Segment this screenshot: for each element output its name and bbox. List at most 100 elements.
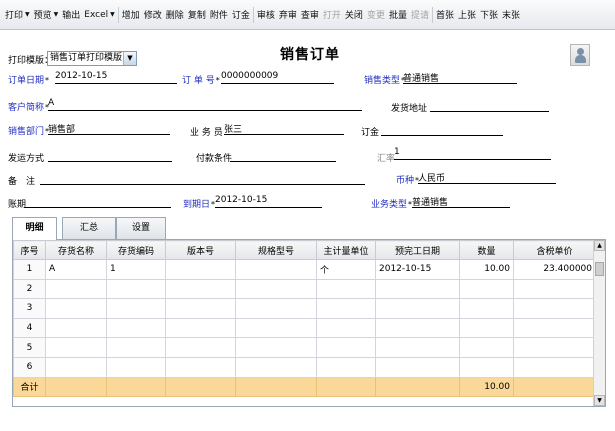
toolbar-button-11[interactable]: 弃审: [277, 4, 299, 26]
table-cell[interactable]: 6: [13, 356, 46, 378]
column-header[interactable]: 版本号: [165, 240, 236, 260]
toolbar-button-3[interactable]: Excel ▼: [82, 4, 116, 26]
table-cell[interactable]: [513, 317, 596, 339]
toolbar-button-12[interactable]: 查审: [299, 4, 321, 26]
chevron-down-icon[interactable]: ▼: [25, 11, 30, 18]
column-header[interactable]: 主计量单位: [316, 240, 376, 260]
table-cell[interactable]: [235, 337, 317, 358]
salesman-field[interactable]: 张三: [224, 123, 344, 135]
table-cell[interactable]: [375, 317, 460, 339]
chevron-down-icon[interactable]: ▼: [123, 52, 136, 65]
biz-type-field[interactable]: 普通销售: [412, 196, 510, 208]
table-cell[interactable]: [165, 337, 236, 358]
table-cell[interactable]: 1: [106, 259, 166, 280]
order-date-field[interactable]: 2012-10-15: [55, 71, 177, 84]
table-cell[interactable]: 10.00: [459, 259, 514, 280]
table-cell[interactable]: [459, 317, 514, 339]
table-cell[interactable]: [459, 356, 514, 378]
table-cell[interactable]: [106, 356, 166, 378]
toolbar-button-5[interactable]: 修改: [142, 4, 164, 26]
table-cell[interactable]: [459, 278, 514, 300]
column-header[interactable]: 存货编码: [106, 240, 166, 260]
toolbar-button-19[interactable]: 上张: [456, 4, 478, 26]
column-header[interactable]: 序号: [13, 240, 46, 260]
toolbar-button-7[interactable]: 复制: [186, 4, 208, 26]
scroll-down-icon[interactable]: ▼: [594, 395, 605, 406]
table-cell[interactable]: [316, 317, 376, 339]
toolbar-button-15[interactable]: 变更: [365, 4, 387, 26]
table-cell[interactable]: [106, 317, 166, 339]
table-cell[interactable]: [106, 337, 166, 358]
table-cell[interactable]: [235, 298, 317, 319]
table-cell[interactable]: [316, 337, 376, 358]
scroll-up-icon[interactable]: ▲: [594, 240, 605, 251]
table-row[interactable]: 3: [13, 298, 596, 319]
table-cell[interactable]: A: [45, 259, 107, 280]
table-cell[interactable]: [106, 278, 166, 300]
table-cell[interactable]: [235, 278, 317, 300]
toolbar-button-4[interactable]: 增加: [120, 4, 142, 26]
table-cell[interactable]: [316, 356, 376, 378]
toolbar-button-13[interactable]: 打开: [321, 4, 343, 26]
deposit-field[interactable]: [381, 124, 503, 136]
table-cell[interactable]: [165, 298, 236, 319]
table-cell[interactable]: [45, 337, 107, 358]
table-cell[interactable]: [45, 278, 107, 300]
order-no-field[interactable]: 0000000009: [221, 71, 334, 84]
table-cell[interactable]: [235, 259, 317, 280]
ship-addr-field[interactable]: [430, 100, 549, 112]
column-header[interactable]: 预完工日期: [375, 240, 460, 260]
column-header[interactable]: 存货名称: [45, 240, 107, 260]
table-cell[interactable]: [165, 356, 236, 378]
table-cell[interactable]: [375, 356, 460, 378]
chevron-down-icon[interactable]: ▼: [110, 11, 115, 18]
table-row[interactable]: 6: [13, 356, 596, 378]
table-cell[interactable]: 4: [13, 317, 46, 339]
table-cell[interactable]: [513, 337, 596, 358]
toolbar-button-9[interactable]: 订金: [230, 4, 252, 26]
table-cell[interactable]: [235, 317, 317, 339]
column-header[interactable]: 数量: [459, 240, 514, 260]
table-cell[interactable]: [513, 356, 596, 378]
table-cell[interactable]: 2012-10-15: [375, 259, 460, 280]
table-row[interactable]: 1 A 1 个 2012-10-15 10.00 23.400000: [13, 259, 596, 280]
column-header[interactable]: 含税单价: [513, 240, 596, 260]
table-cell[interactable]: [106, 298, 166, 319]
template-select[interactable]: 销售订单打印模版 ▼: [47, 51, 137, 66]
table-cell[interactable]: 1: [13, 259, 46, 280]
table-cell[interactable]: [316, 278, 376, 300]
toolbar-button-0[interactable]: 打印 ▼: [3, 4, 32, 26]
tab-summary[interactable]: 汇总: [62, 217, 116, 239]
table-cell[interactable]: [459, 298, 514, 319]
table-cell[interactable]: [316, 298, 376, 319]
sale-type-field[interactable]: 普通销售: [403, 72, 517, 84]
table-row[interactable]: 4: [13, 317, 596, 339]
tab-settings[interactable]: 设置: [116, 217, 166, 239]
toolbar-button-14[interactable]: 关闭: [343, 4, 365, 26]
toolbar-button-18[interactable]: 首张: [434, 4, 456, 26]
table-cell[interactable]: [45, 317, 107, 339]
toolbar-button-10[interactable]: 审核: [255, 4, 277, 26]
pay-terms-field[interactable]: [230, 150, 336, 162]
table-cell[interactable]: [459, 337, 514, 358]
table-cell[interactable]: 23.400000: [513, 259, 596, 280]
dept-field[interactable]: 销售部: [48, 123, 170, 135]
table-cell[interactable]: 个: [316, 259, 376, 280]
toolbar-button-8[interactable]: 附件: [208, 4, 230, 26]
due-date-field[interactable]: 2012-10-15: [215, 195, 322, 208]
chevron-down-icon[interactable]: ▼: [54, 11, 59, 18]
toolbar-button-2[interactable]: 输出: [60, 4, 82, 26]
toolbar-button-21[interactable]: 末张: [500, 4, 522, 26]
table-cell[interactable]: [375, 337, 460, 358]
table-cell[interactable]: [45, 356, 107, 378]
table-cell[interactable]: [165, 317, 236, 339]
toolbar-button-1[interactable]: 预览 ▼: [32, 4, 61, 26]
scroll-thumb[interactable]: [595, 262, 604, 276]
table-cell[interactable]: [45, 298, 107, 319]
column-header[interactable]: 规格型号: [235, 240, 317, 260]
toolbar-button-6[interactable]: 删除: [164, 4, 186, 26]
table-cell[interactable]: [375, 298, 460, 319]
table-cell[interactable]: 2: [13, 278, 46, 300]
customer-field[interactable]: A: [48, 98, 362, 111]
toolbar-button-20[interactable]: 下张: [478, 4, 500, 26]
